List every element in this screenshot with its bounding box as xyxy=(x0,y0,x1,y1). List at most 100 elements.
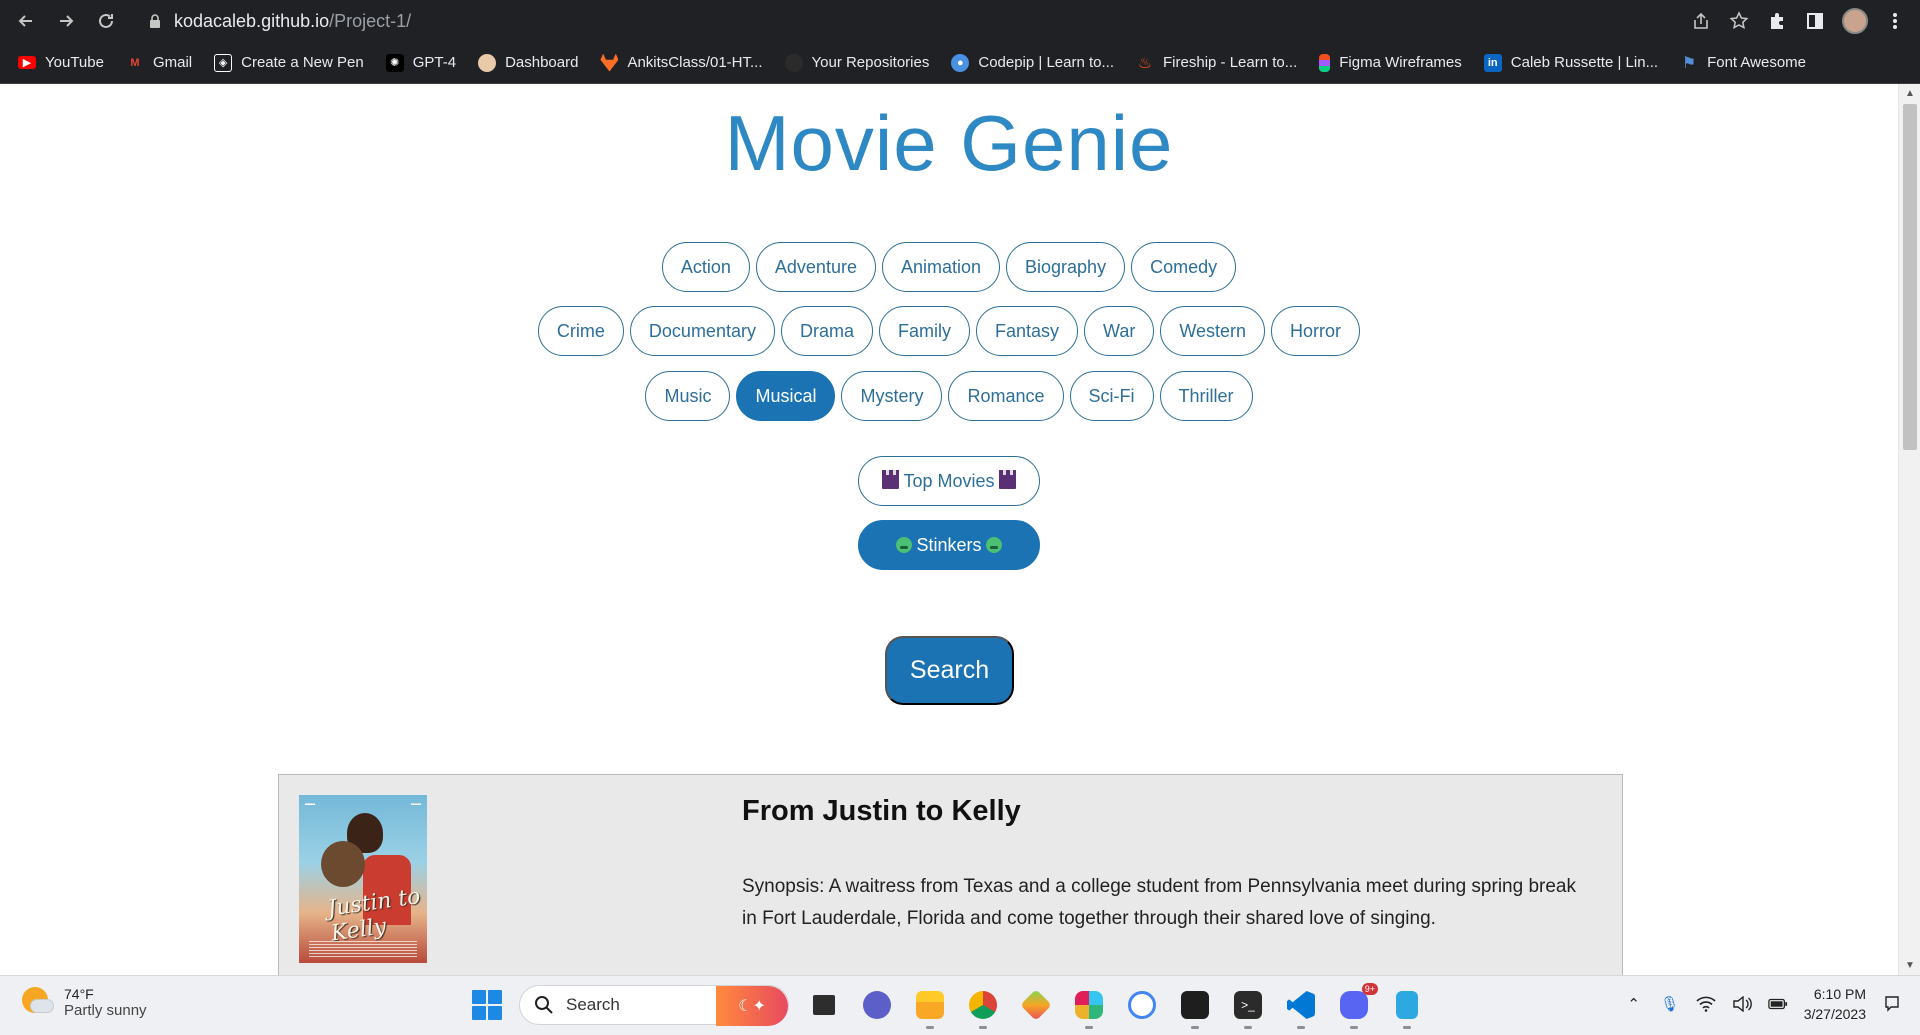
profile-avatar[interactable] xyxy=(1842,8,1868,34)
poster-title: Justin to Kelly xyxy=(325,884,422,947)
scroll-thumb[interactable] xyxy=(1903,104,1917,450)
scroll-down-arrow-icon[interactable]: ▼ xyxy=(1905,960,1915,971)
bookmark-label: Create a New Pen xyxy=(241,54,364,71)
movie-synopsis: Synopsis: A waitress from Texas and a co… xyxy=(742,876,1576,929)
notification-badge: 9+ xyxy=(1361,983,1378,995)
bookmark-figma[interactable]: Figma Wireframes xyxy=(1319,53,1462,72)
figma-icon xyxy=(1319,53,1331,72)
figma-icon[interactable] xyxy=(1177,987,1213,1029)
slack-icon[interactable] xyxy=(1071,987,1107,1029)
clapper-board-icon xyxy=(882,469,900,489)
genre-western[interactable]: Western xyxy=(1160,306,1266,356)
weather-desc: Partly sunny xyxy=(64,1002,147,1019)
page-title: Movie Genie xyxy=(724,99,1174,187)
taskbar: 74°F Partly sunny Search ☾✦ >_ 9+ ⌃ 🎙 6:… xyxy=(0,975,1920,1035)
bookmark-label: Fireship - Learn to... xyxy=(1163,54,1298,71)
genre-animation[interactable]: Animation xyxy=(881,242,1001,292)
bookmark-label: Caleb Russette | Lin... xyxy=(1510,54,1659,71)
teams-chat-icon[interactable] xyxy=(859,987,895,1023)
gitlab-icon xyxy=(600,53,619,72)
genre-crime[interactable]: Crime xyxy=(537,306,624,356)
microphone-icon[interactable]: 🎙 xyxy=(1660,994,1680,1014)
genre-fantasy[interactable]: Fantasy xyxy=(975,306,1079,356)
terminal-icon[interactable]: >_ xyxy=(1230,987,1266,1029)
chrome-icon[interactable] xyxy=(965,987,1001,1029)
gemini-app-icon[interactable] xyxy=(1018,987,1054,1023)
codepen-icon: ◈ xyxy=(214,53,233,72)
scroll-up-arrow-icon[interactable]: ▲ xyxy=(1905,88,1915,99)
bookmark-label: Gmail xyxy=(152,54,193,71)
stinkers-button[interactable]: Stinkers xyxy=(858,520,1040,570)
openai-icon: ✺ xyxy=(385,53,404,72)
bookmark-repositories[interactable]: Your Repositories xyxy=(784,53,930,72)
wifi-icon[interactable] xyxy=(1696,994,1716,1014)
genre-horror[interactable]: Horror xyxy=(1271,306,1361,356)
clapper-board-icon xyxy=(998,469,1016,489)
genre-romance[interactable]: Romance xyxy=(948,371,1064,421)
bookmark-label: Your Repositories xyxy=(811,54,930,71)
chevron-up-icon[interactable]: ⌃ xyxy=(1624,994,1644,1014)
genre-mystery[interactable]: Mystery xyxy=(841,371,943,421)
genre-comedy[interactable]: Comedy xyxy=(1131,242,1237,292)
google-app-icon[interactable] xyxy=(1124,987,1160,1023)
url-host: kodacaleb.github.io xyxy=(174,10,330,31)
bookmark-youtube[interactable]: ▶ YouTube xyxy=(18,54,104,71)
bookmark-font-awesome[interactable]: ⚑ Font Awesome xyxy=(1680,54,1806,72)
bookmark-linkedin[interactable]: in Caleb Russette | Lin... xyxy=(1483,53,1659,72)
genre-adventure[interactable]: Adventure xyxy=(755,242,876,292)
bookmark-star-icon[interactable] xyxy=(1728,10,1750,32)
genre-thriller[interactable]: Thriller xyxy=(1159,371,1253,421)
top-movies-button[interactable]: Top Movies xyxy=(858,456,1040,506)
linkedin-icon: in xyxy=(1483,53,1502,72)
file-explorer-icon[interactable] xyxy=(912,987,948,1029)
share-icon[interactable] xyxy=(1690,10,1712,32)
genre-biography[interactable]: Biography xyxy=(1006,242,1126,292)
bookmark-fireship[interactable]: ♨ Fireship - Learn to... xyxy=(1136,54,1297,72)
genre-action[interactable]: Action xyxy=(661,242,750,292)
bookmark-gmail[interactable]: M Gmail xyxy=(126,54,192,72)
address-bar[interactable]: kodacaleb.github.io/Project-1/ xyxy=(142,5,1712,37)
bookmark-codepen[interactable]: ◈ Create a New Pen xyxy=(214,53,364,72)
bookmark-label: GPT-4 xyxy=(412,54,457,71)
nauseated-face-icon xyxy=(896,537,913,553)
windows-start-icon[interactable] xyxy=(472,990,502,1020)
flag-icon: ⚑ xyxy=(1681,54,1697,72)
forward-icon[interactable] xyxy=(50,5,82,37)
page-scrollbar[interactable]: ▲ ▼ xyxy=(1898,84,1920,975)
genre-music[interactable]: Music xyxy=(645,371,731,421)
genre-documentary[interactable]: Documentary xyxy=(629,306,775,356)
bookmark-gpt4[interactable]: ✺ GPT-4 xyxy=(385,53,457,72)
discord-icon[interactable]: 9+ xyxy=(1336,983,1378,1029)
notifications-icon[interactable] xyxy=(1882,994,1902,1014)
genre-family[interactable]: Family xyxy=(878,306,970,356)
genre-war[interactable]: War xyxy=(1084,306,1155,356)
bookmark-label: Codepip | Learn to... xyxy=(978,54,1115,71)
more-menu-icon[interactable] xyxy=(1884,10,1906,32)
back-icon[interactable] xyxy=(10,5,42,37)
genre-musical[interactable]: Musical xyxy=(736,371,836,421)
bookmark-ankitsclass[interactable]: AnkitsClass/01-HT... xyxy=(600,53,763,72)
movie-poster[interactable]: ▬▬ ▬▬ Justin to Kelly xyxy=(299,795,427,963)
extensions-icon[interactable] xyxy=(1766,10,1788,32)
task-view-icon[interactable] xyxy=(806,987,842,1023)
vscode-icon[interactable] xyxy=(1283,987,1319,1029)
bookmark-dashboard[interactable]: Dashboard xyxy=(478,53,578,72)
genre-drama[interactable]: Drama xyxy=(780,306,873,356)
taskbar-search[interactable]: Search ☾✦ xyxy=(519,985,789,1026)
volume-icon[interactable] xyxy=(1732,994,1752,1014)
notepad-icon[interactable] xyxy=(1389,987,1425,1029)
weather-temp: 74°F xyxy=(64,986,94,1002)
genre-row-2: Crime Documentary Drama Family Fantasy W… xyxy=(0,306,1898,356)
genre-sci-fi[interactable]: Sci-Fi xyxy=(1069,371,1154,421)
system-tray: ⌃ 🎙 6:10 PM 3/27/2023 xyxy=(1624,984,1902,1024)
side-panel-icon[interactable] xyxy=(1804,10,1826,32)
search-button[interactable]: Search xyxy=(885,636,1014,705)
nauseated-face-icon xyxy=(985,537,1002,553)
partly-sunny-icon xyxy=(22,986,54,1019)
bookmark-codepip[interactable]: ● Codepip | Learn to... xyxy=(951,53,1115,72)
battery-icon[interactable] xyxy=(1767,994,1788,1014)
clock[interactable]: 6:10 PM 3/27/2023 xyxy=(1804,984,1866,1024)
reload-icon[interactable] xyxy=(90,5,122,37)
weather-widget[interactable]: 74°F Partly sunny xyxy=(22,986,147,1019)
stinkers-label: Stinkers xyxy=(916,534,982,555)
